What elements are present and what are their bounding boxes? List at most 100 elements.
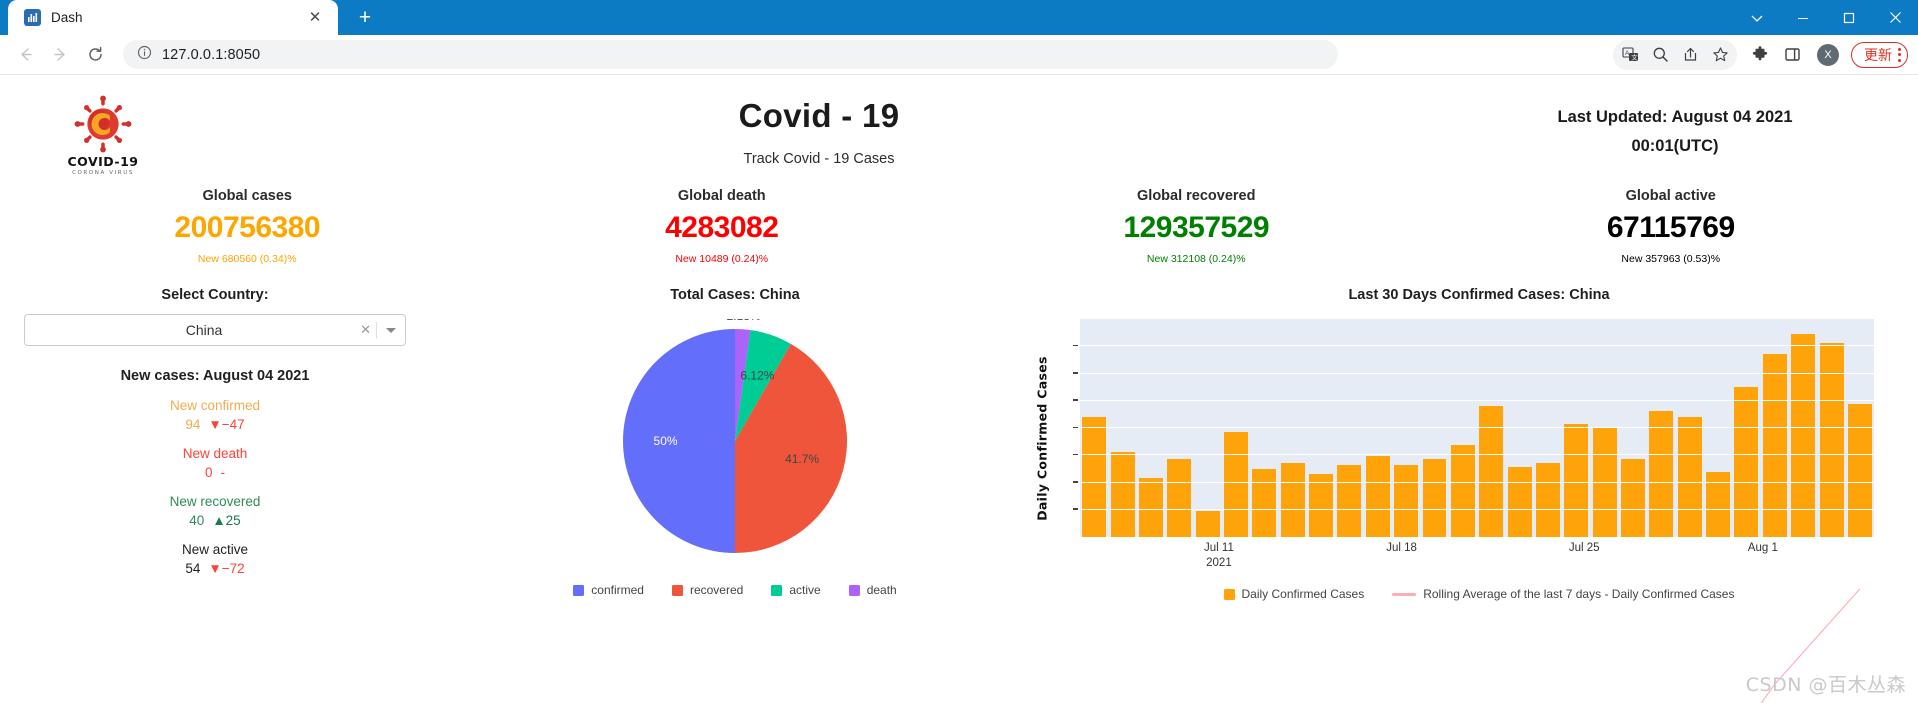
new-cases-item: New active 54 ▼−72 xyxy=(24,542,406,576)
y-axis-tick xyxy=(1073,344,1078,347)
clear-x-icon[interactable]: ✕ xyxy=(355,322,376,338)
last-updated-date: Last Updated: August 04 2021 xyxy=(1557,108,1793,126)
chevron-down-icon[interactable] xyxy=(1734,0,1780,35)
stat-new-text: New 312108 (0.24)% xyxy=(1146,253,1246,265)
legend-item[interactable]: active xyxy=(771,583,821,597)
new-cases-value: 94 xyxy=(185,417,201,432)
x-axis-year-label: 2021 xyxy=(1206,557,1232,569)
stat-value: 67115769 xyxy=(1606,211,1735,244)
stat-card: Global cases 200756380 New 680560 (0.34)… xyxy=(10,188,485,265)
bookmark-star-icon[interactable] xyxy=(1705,40,1735,70)
bar-chart-title: Last 30 Days Confirmed Cases: China xyxy=(1348,287,1610,303)
tab-title: Dash xyxy=(51,10,83,25)
dashboard-page: COVID-19 CORONA VIRUS Covid - 19 Track C… xyxy=(0,75,1918,703)
bar-chart-icon xyxy=(24,9,41,26)
y-axis-tick xyxy=(1073,481,1078,483)
pie-chart-area[interactable]: 50% 41.7% 6.12% 2.18% xyxy=(430,319,1040,577)
window-close-button[interactable] xyxy=(1872,0,1918,35)
chevron-down-icon[interactable] xyxy=(386,327,396,333)
new-cases-delta: ▼−72 xyxy=(208,561,245,576)
browser-toolbar: 127.0.0.1:8050 A文 X 更新 xyxy=(0,35,1918,75)
new-cases-label: New confirmed xyxy=(169,398,261,413)
bar-chart-area[interactable]: Daily Confirmed Cases Jul 11 2021 Jul 18 Ju… xyxy=(1035,319,1918,581)
pie-slice-label: 6.12% xyxy=(740,368,774,382)
last-updated-time: 00:01(UTC) xyxy=(1631,136,1719,155)
extensions-puzzle-icon[interactable] xyxy=(1745,40,1775,70)
toolbar-right: A文 X 更新 xyxy=(1613,39,1908,70)
update-button-label: 更新 xyxy=(1864,46,1892,63)
new-cases-delta: ▼−47 xyxy=(208,417,245,432)
browser-menu-icon[interactable] xyxy=(1898,47,1901,62)
stat-label: Global death xyxy=(677,188,766,204)
gridline xyxy=(1080,427,1874,428)
stat-value: 200756380 xyxy=(174,211,321,244)
gridline xyxy=(1080,454,1874,456)
new-cases-value: 0 xyxy=(204,465,213,480)
minimize-button[interactable] xyxy=(1780,0,1826,35)
address-bar[interactable]: 127.0.0.1:8050 xyxy=(123,40,1338,69)
stat-card: Global active 67115769 New 357963 (0.53)… xyxy=(1434,188,1909,265)
new-cases-value: 54 xyxy=(185,561,201,576)
legend-swatch xyxy=(848,584,860,596)
translate-icon[interactable]: A文 xyxy=(1615,40,1645,70)
title-block: Covid - 19 Track Covid - 19 Cases xyxy=(178,89,1460,167)
global-stats-row: Global cases 200756380 New 680560 (0.34)… xyxy=(0,188,1918,265)
watermark: CSDN @百木丛森 xyxy=(1745,674,1906,696)
close-icon[interactable]: ✕ xyxy=(304,7,326,29)
logo-container: COVID-19 CORONA VIRUS xyxy=(28,89,178,176)
stat-value: 129357529 xyxy=(1123,211,1270,244)
window-controls xyxy=(1734,0,1918,35)
new-cases-values: 54 ▼−72 xyxy=(24,561,406,576)
pie-slice-label: 41.7% xyxy=(785,452,819,466)
x-axis-tick-label: Aug 1 xyxy=(1747,542,1778,554)
dashboard-body: Select Country: China ✕ New cases: Augus… xyxy=(0,287,1918,601)
pie-chart-legend[interactable]: confirmed recovered active death xyxy=(430,583,1040,597)
legend-label: active xyxy=(789,583,821,597)
profile-avatar[interactable]: X xyxy=(1817,43,1839,66)
new-cases-values: 0- xyxy=(24,465,406,480)
select-country-label: Select Country: xyxy=(161,287,269,303)
update-button[interactable]: 更新 xyxy=(1851,41,1908,68)
country-panel: Select Country: China ✕ New cases: Augus… xyxy=(0,287,430,601)
new-cases-label: New death xyxy=(182,446,248,461)
pie-slice[interactable] xyxy=(623,329,735,553)
browser-tab[interactable]: Dash ✕ xyxy=(8,0,338,35)
last-updated: Last Updated: August 04 2021 00:01(UTC) xyxy=(1460,89,1890,161)
legend-item[interactable]: recovered xyxy=(671,583,744,597)
stat-new-text: New 357963 (0.53)% xyxy=(1621,253,1721,265)
zoom-out-icon[interactable] xyxy=(1645,40,1675,70)
y-axis-tick xyxy=(1073,453,1078,456)
reload-icon[interactable] xyxy=(80,39,111,70)
address-bar-url: 127.0.0.1:8050 xyxy=(162,46,261,63)
legend-swatch xyxy=(573,584,585,596)
legend-item[interactable]: death xyxy=(848,583,897,597)
bar-chart-plot[interactable] xyxy=(1073,319,1874,537)
stat-new-text: New 10489 (0.24)% xyxy=(675,253,769,265)
legend-item[interactable]: confirmed xyxy=(573,583,644,597)
stat-card: Global recovered 129357529 New 312108 (0… xyxy=(959,188,1434,265)
arrow-right-icon[interactable] xyxy=(45,39,76,70)
bar-chart-xaxis: Jul 11 2021 Jul 18 Jul 25 Aug 1 xyxy=(1080,537,1874,581)
rolling-average-line xyxy=(1080,319,1874,703)
share-icon[interactable] xyxy=(1675,40,1705,70)
legend-label: recovered xyxy=(689,583,744,597)
legend-label: confirmed xyxy=(591,583,644,597)
toolbar-icon-group: A文 xyxy=(1613,39,1737,70)
stat-label: Global recovered xyxy=(1137,188,1256,204)
legend-swatch xyxy=(771,584,783,596)
gridline xyxy=(1080,508,1874,510)
country-select[interactable]: China ✕ xyxy=(24,314,406,346)
x-axis-tick-label: Jul 11 2021 xyxy=(1204,542,1234,569)
stat-label: Global cases xyxy=(202,188,292,204)
new-tab-button[interactable]: + xyxy=(348,2,382,32)
stat-card: Global death 4283082 New 10489 (0.24)% xyxy=(485,188,960,265)
sidebar-panel-icon[interactable] xyxy=(1777,40,1807,70)
new-cases-title: New cases: August 04 2021 xyxy=(120,368,310,384)
pie-chart[interactable]: 50% 41.7% 6.12% 2.18% xyxy=(605,319,865,569)
new-cases-item: New recovered 40 ▲25 xyxy=(24,494,406,528)
maximize-button[interactable] xyxy=(1826,0,1872,35)
arrow-left-icon[interactable] xyxy=(10,39,41,70)
new-cases-label: New recovered xyxy=(169,494,261,509)
new-cases-values: 94 ▼−47 xyxy=(24,417,406,432)
y-axis-tick xyxy=(1073,508,1078,510)
